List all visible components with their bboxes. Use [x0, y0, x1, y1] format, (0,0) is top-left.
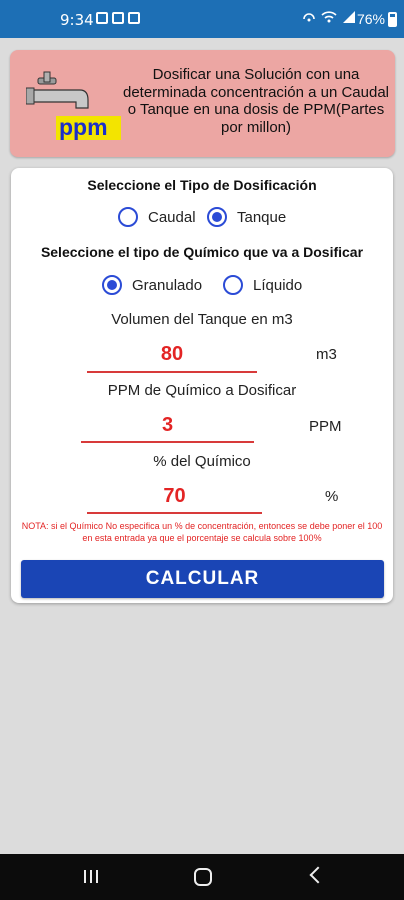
navigation-bar [0, 854, 404, 900]
ppm-unit: PPM [309, 418, 342, 435]
radio-tanque[interactable] [207, 207, 227, 227]
radio-granulado-label[interactable]: Granulado [132, 277, 202, 294]
calculate-button[interactable]: CALCULAR [21, 560, 384, 598]
signal-icon [343, 11, 355, 23]
ppm-label: PPM de Químico a Dosificar [107, 382, 297, 399]
battery-percent: 76% [356, 11, 385, 27]
chemical-percent-input[interactable]: 70 [87, 485, 262, 508]
back-icon[interactable] [309, 866, 327, 884]
tank-volume-underline [87, 371, 257, 373]
hotspot-icon [303, 13, 315, 22]
dosing-type-title: Seleccione el Tipo de Dosificación [87, 177, 317, 193]
radio-liquido[interactable] [223, 275, 243, 295]
image-icon [96, 12, 108, 24]
tank-volume-unit: m3 [316, 346, 337, 363]
logo-text: ppm [59, 114, 108, 140]
radio-caudal[interactable] [118, 207, 138, 227]
status-time: 9:34 [60, 11, 94, 29]
message-icon [128, 12, 140, 24]
ppm-underline [81, 441, 254, 443]
radio-tanque-label[interactable]: Tanque [237, 209, 286, 226]
notification-icons [96, 12, 140, 24]
recents-icon[interactable] [84, 870, 98, 883]
radio-caudal-label[interactable]: Caudal [148, 209, 196, 226]
radio-granulado[interactable] [102, 275, 122, 295]
chemical-percent-underline [87, 512, 262, 514]
chemical-percent-label: % del Químico [153, 453, 251, 470]
dosing-form-card: Seleccione el Tipo de Dosificación Cauda… [11, 168, 393, 603]
system-icons [302, 10, 356, 24]
faucet-logo-icon: ppm [26, 71, 121, 140]
battery-icon [388, 12, 397, 27]
status-bar: 9:34 76% [0, 0, 404, 38]
home-icon[interactable] [194, 868, 212, 886]
app-description: Dosificar una Solución con una determina… [122, 66, 389, 136]
header-banner: ppm Dosificar una Solución con una deter… [10, 50, 395, 157]
concentration-note: NOTA: si el Químico No especifica un % d… [21, 521, 383, 543]
wifi-icon [321, 11, 337, 23]
email-icon [112, 12, 124, 24]
radio-liquido-label[interactable]: Líquido [253, 277, 302, 294]
ppm-input[interactable]: 3 [81, 414, 254, 437]
chemical-type-title: Seleccione el tipo de Químico que va a D… [40, 244, 364, 260]
tank-volume-input[interactable]: 80 [87, 343, 257, 366]
tank-volume-label: Volumen del Tanque en m3 [111, 311, 293, 328]
chemical-percent-unit: % [325, 488, 339, 505]
